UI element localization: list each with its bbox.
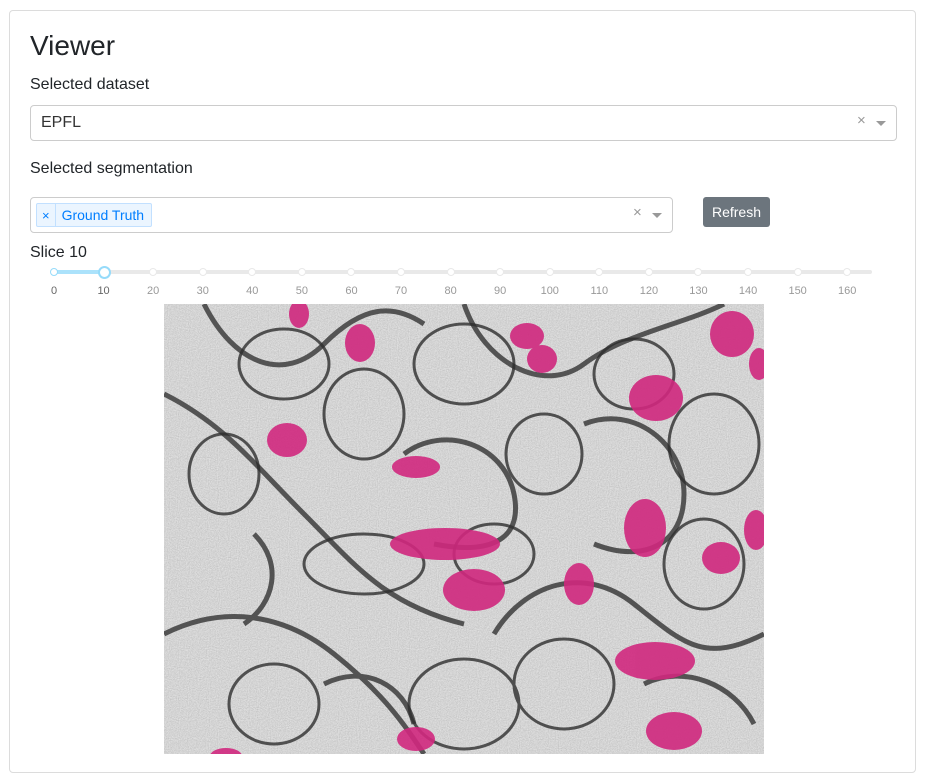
slider-step-dot[interactable] [446, 268, 455, 276]
slider-mark-label[interactable]: 80 [444, 285, 456, 297]
dataset-select[interactable]: EPFL × [30, 105, 897, 141]
dataset-value: EPFL [41, 114, 82, 131]
slider-mark-label[interactable]: 30 [197, 285, 209, 297]
slider-track [54, 270, 104, 274]
slider-mark-label[interactable]: 40 [246, 285, 258, 297]
em-slice-image [162, 300, 769, 764]
slider-step-dot[interactable] [694, 268, 703, 276]
slider-mark-label[interactable]: 50 [296, 285, 308, 297]
dataset-chevron-down-icon[interactable] [876, 121, 886, 126]
slider-mark-label[interactable]: 20 [147, 285, 159, 297]
slider-mark-label[interactable]: 120 [640, 285, 658, 297]
slider-mark-label[interactable]: 70 [395, 285, 407, 297]
segmentation-clear-icon[interactable]: × [633, 204, 642, 221]
slider-mark-label[interactable]: 100 [541, 285, 559, 297]
segmentation-chevron-down-icon[interactable] [652, 213, 662, 218]
slider-step-dot[interactable] [793, 268, 802, 276]
slider-step-dot[interactable] [347, 268, 356, 276]
slider-step-dot[interactable] [297, 268, 306, 276]
slice-label: Slice 10 [30, 244, 87, 261]
tag-remove-icon[interactable]: × [37, 204, 56, 226]
slider-step-dot[interactable] [496, 268, 505, 276]
slider-step-dot[interactable] [198, 268, 207, 276]
slider-step-dot[interactable] [149, 268, 158, 276]
slider-step-dot[interactable] [595, 268, 604, 276]
slice-slider[interactable]: 0 10 20 30 40 50 60 70 80 90 100 110 120 130 140 150 160 [50, 265, 872, 301]
em-image-svg [162, 300, 769, 764]
slider-mark-label[interactable]: 0 [51, 285, 57, 297]
slider-step-dot[interactable] [843, 268, 852, 276]
slider-step-dot[interactable] [248, 268, 257, 276]
segmentation-tag: × Ground Truth [36, 203, 153, 227]
slider-step-dot[interactable] [644, 268, 653, 276]
viewer-card: Viewer Selected dataset EPFL × Selected … [9, 10, 916, 773]
slider-step-dot[interactable] [50, 268, 58, 276]
slider-step-dot[interactable] [545, 268, 554, 276]
slider-mark-label[interactable]: 90 [494, 285, 506, 297]
slider-mark-label[interactable]: 60 [345, 285, 357, 297]
slider-step-dot[interactable] [397, 268, 406, 276]
slider-mark-label[interactable]: 10 [97, 285, 109, 297]
slider-mark-label[interactable]: 150 [788, 285, 806, 297]
dataset-clear-icon[interactable]: × [857, 112, 866, 129]
segmentation-label: Selected segmentation [30, 160, 193, 177]
slider-mark-label[interactable]: 160 [838, 285, 856, 297]
slider-mark-label[interactable]: 110 [591, 285, 609, 297]
slider-mark-label[interactable]: 130 [689, 285, 707, 297]
page-title: Viewer [30, 30, 116, 61]
tag-label: Ground Truth [61, 207, 145, 223]
slider-handle[interactable] [97, 266, 111, 279]
dataset-label: Selected dataset [30, 76, 150, 93]
segmentation-select[interactable]: × Ground Truth × [30, 197, 673, 233]
slider-step-dot[interactable] [744, 268, 753, 276]
slider-mark-label[interactable]: 140 [739, 285, 757, 297]
refresh-button[interactable]: Refresh [703, 197, 770, 227]
